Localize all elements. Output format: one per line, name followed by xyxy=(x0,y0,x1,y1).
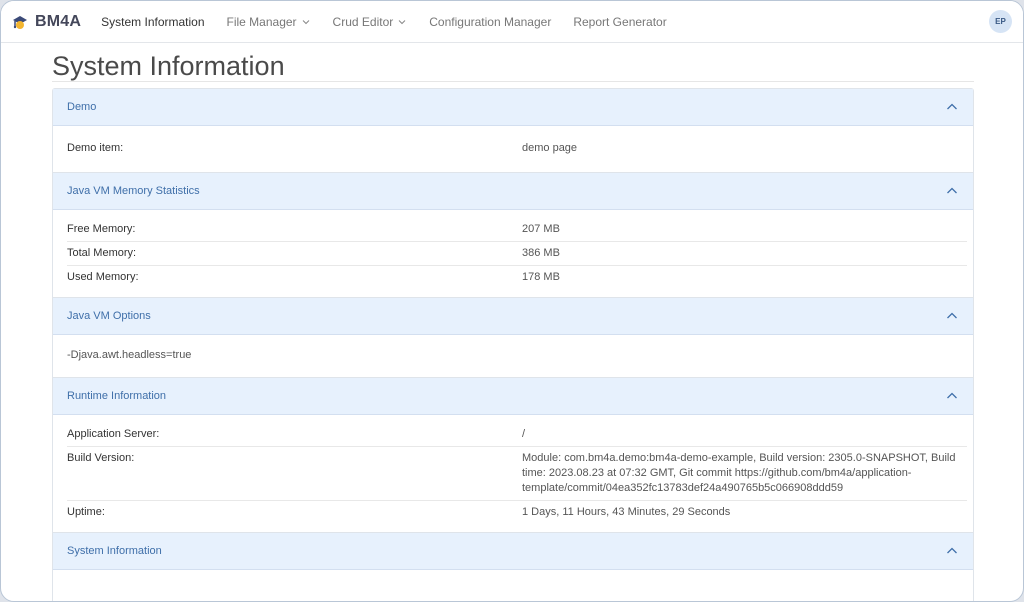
row-key: Total Memory: xyxy=(67,247,137,259)
row-value: Module: com.bm4a.demo:bm4a-demo-example,… xyxy=(522,452,956,494)
row-value: 207 MB xyxy=(522,223,560,235)
chevron-up-icon xyxy=(947,312,957,319)
nav-label: Configuration Manager xyxy=(429,14,552,29)
section-body-vm-options: -Djava.awt.headless=true xyxy=(53,335,973,378)
section-title: Java VM Options xyxy=(67,310,151,322)
section-header-runtime[interactable]: Runtime Information xyxy=(53,378,973,415)
bm4a-logo-icon xyxy=(13,15,27,29)
section-body-system xyxy=(53,570,973,601)
section-title: System Information xyxy=(67,545,162,557)
nav-label: System Information xyxy=(101,14,205,29)
table-row: Total Memory: 386 MB xyxy=(67,242,967,266)
row-value: / xyxy=(522,428,526,440)
chevron-up-icon xyxy=(947,103,957,110)
main-content: System Information Demo Demo item: demo … xyxy=(52,43,974,601)
table-row: Build Version: Module: com.bm4a.demo:bm4… xyxy=(67,447,967,501)
nav-file-manager[interactable]: File Manager xyxy=(227,15,311,29)
chevron-up-icon xyxy=(947,547,957,554)
section-body-demo: Demo item: demo page xyxy=(53,126,973,173)
row-value: 178 MB xyxy=(522,271,560,283)
top-navbar: BM4A System Information File Manager Cru… xyxy=(1,1,1023,43)
page-title: System Information xyxy=(52,43,974,82)
chevron-down-icon xyxy=(398,19,406,24)
row-key: Free Memory: xyxy=(67,223,136,235)
vm-options-text: -Djava.awt.headless=true xyxy=(67,349,192,361)
brand-name: BM4A xyxy=(35,12,82,30)
row-value: demo page xyxy=(522,142,578,154)
table-row: Uptime: 1 Days, 11 Hours, 43 Minutes, 29… xyxy=(67,501,967,524)
nav-label: Crud Editor xyxy=(332,14,394,29)
nav-system-information[interactable]: System Information xyxy=(101,15,204,29)
nav-configuration-manager[interactable]: Configuration Manager xyxy=(429,15,551,29)
section-title: Demo xyxy=(67,101,97,113)
nav-label: File Manager xyxy=(226,14,297,29)
section-header-system[interactable]: System Information xyxy=(53,533,973,570)
row-key: Uptime: xyxy=(67,506,105,518)
row-key: Demo item: xyxy=(67,142,124,154)
table-row: Demo item: demo page xyxy=(67,137,967,160)
chevron-up-icon xyxy=(947,392,957,399)
chevron-down-icon xyxy=(302,19,309,24)
brand[interactable]: BM4A xyxy=(11,13,81,31)
nav-crud-editor[interactable]: Crud Editor xyxy=(333,15,408,29)
nav-report-generator[interactable]: Report Generator xyxy=(573,15,666,29)
user-avatar[interactable]: EP xyxy=(989,10,1012,33)
table-row: Application Server: / xyxy=(67,423,967,447)
row-key: Application Server: xyxy=(67,428,160,440)
row-key: Build Version: xyxy=(67,452,135,464)
nav-label: Report Generator xyxy=(573,14,667,29)
row-value: 386 MB xyxy=(522,247,560,259)
row-value: 1 Days, 11 Hours, 43 Minutes, 29 Seconds xyxy=(522,506,731,518)
app-window: BM4A System Information File Manager Cru… xyxy=(0,0,1024,602)
section-header-demo[interactable]: Demo xyxy=(53,89,973,126)
row-key: Used Memory: xyxy=(67,271,139,283)
section-title: Java VM Memory Statistics xyxy=(67,185,200,197)
section-header-memory[interactable]: Java VM Memory Statistics xyxy=(53,173,973,210)
section-body-memory: Free Memory: 207 MB Total Memory: 386 MB… xyxy=(53,210,973,298)
section-header-vm-options[interactable]: Java VM Options xyxy=(53,298,973,335)
info-accordion: Demo Demo item: demo page Java VM Memory… xyxy=(52,88,974,601)
section-body-runtime: Application Server: / Build Version: Mod… xyxy=(53,415,973,533)
section-title: Runtime Information xyxy=(67,390,167,402)
chevron-up-icon xyxy=(947,187,957,194)
table-row: Free Memory: 207 MB xyxy=(67,218,967,242)
table-row: Used Memory: 178 MB xyxy=(67,266,967,289)
